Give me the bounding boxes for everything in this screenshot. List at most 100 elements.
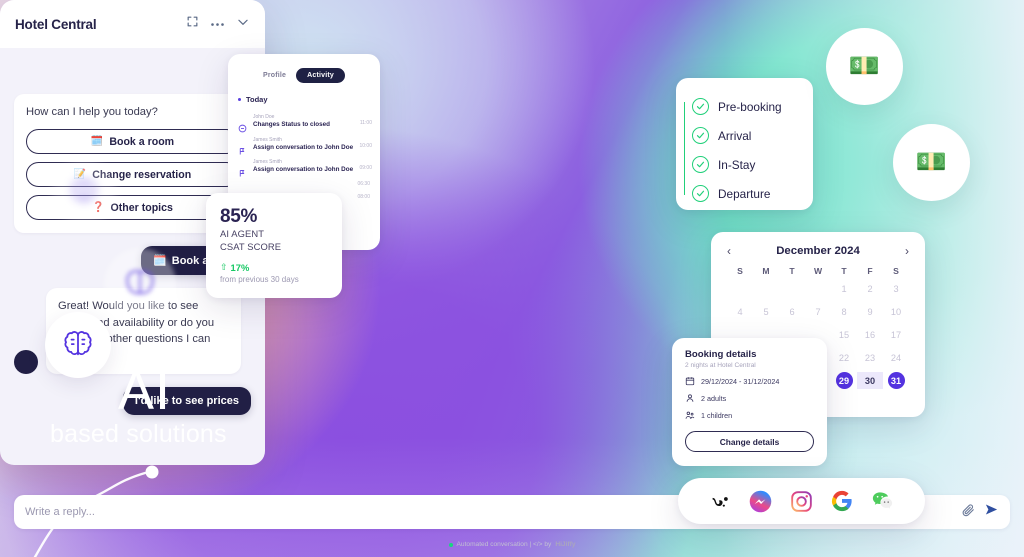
activity-time: 11:00 [359, 120, 372, 126]
chevron-left-icon[interactable]: ‹ [727, 245, 731, 257]
csat-score-card: 85% AI AGENT CSAT SCORE ⇧ 17% from previ… [206, 193, 342, 298]
chevron-right-icon[interactable]: › [905, 245, 909, 257]
avatar [14, 350, 38, 374]
calendar-month-label: December 2024 [776, 245, 860, 257]
activity-group-label: Today [246, 95, 268, 104]
calendar-weekday-row: SMTWTFS [727, 266, 909, 276]
activity-time: 08:00 [357, 193, 370, 200]
hijiffy-logo-icon[interactable] [709, 490, 732, 513]
calendar-day-8[interactable]: 8 [831, 303, 857, 320]
google-icon[interactable] [831, 490, 854, 513]
activity-user: James Smith [253, 136, 282, 143]
csat-label-line2: CSAT SCORE [220, 241, 282, 252]
calendar-day-empty [779, 280, 805, 297]
calendar-day-30[interactable]: 30 [857, 372, 883, 389]
page-subtitle: based solutions [50, 420, 227, 448]
tab-activity[interactable]: Activity [296, 68, 346, 83]
journey-step-pre-booking[interactable]: Pre-booking [692, 92, 813, 121]
csat-percent: 85% [220, 206, 258, 227]
booking-dates: 29/12/2024 - 31/12/2024 [701, 376, 780, 386]
calendar-day-23[interactable]: 23 [857, 349, 883, 366]
expand-icon[interactable] [186, 15, 199, 33]
csat-delta: ⇧ 17% [220, 262, 328, 273]
booking-children: 1 children [701, 410, 733, 420]
journey-step-label: Pre-booking [718, 99, 782, 114]
quick-reply-label: Book a room [109, 135, 175, 148]
calendar-weekday: T [841, 266, 847, 276]
activity-row[interactable]: James Smith Assign conversation to John … [228, 133, 380, 156]
calendar-day-empty [727, 280, 753, 297]
calendar-day-4[interactable]: 4 [727, 303, 753, 320]
calendar-day-7[interactable]: 7 [805, 303, 831, 320]
bullet-icon [238, 98, 241, 101]
bot-prompt-text: How can I help you today? [26, 106, 158, 118]
chevron-down-icon[interactable] [236, 15, 250, 34]
activity-action: Assign conversation to John Doe [253, 143, 354, 151]
brain-icon-decorative-1 [52, 160, 116, 224]
calendar-day-3[interactable]: 3 [883, 280, 909, 297]
calendar-day-empty [805, 280, 831, 297]
instagram-icon[interactable] [790, 490, 813, 513]
check-icon [692, 185, 709, 202]
check-icon [692, 127, 709, 144]
quick-reply-label: Other topics [110, 201, 173, 214]
booking-adults: 2 adults [701, 393, 727, 403]
assign-icon [238, 143, 247, 155]
calendar-day-1[interactable]: 1 [831, 280, 857, 297]
calendar-day-22[interactable]: 22 [831, 349, 857, 366]
journey-step-departure[interactable]: Departure [692, 179, 813, 208]
chat-title: Hotel Central [15, 16, 97, 32]
calendar-day-16[interactable]: 16 [857, 326, 883, 343]
calendar-weekday: M [762, 266, 770, 276]
calendar-day-5[interactable]: 5 [753, 303, 779, 320]
calendar-day-31[interactable]: 31 [887, 372, 905, 389]
tab-profile[interactable]: Profile [263, 72, 286, 79]
calendar-weekday: W [813, 266, 823, 276]
booking-dates-row: 29/12/2024 - 31/12/2024 [685, 376, 814, 386]
activity-row[interactable]: John Doe Changes Status to closed 11:00 [228, 110, 380, 133]
calendar-day-9[interactable]: 9 [857, 303, 883, 320]
booking-details-card: Booking details 2 nights at Hotel Centra… [672, 338, 827, 466]
status-closed-icon [238, 120, 247, 133]
brain-logo-badge [45, 312, 111, 378]
more-options-icon[interactable] [210, 15, 225, 33]
calendar-weekday: T [789, 266, 795, 276]
messenger-icon[interactable] [749, 490, 772, 513]
activity-user: James Smith [253, 159, 282, 166]
journey-step-in-stay[interactable]: In-Stay [692, 150, 813, 179]
money-emoji-icon: 💵 [848, 52, 881, 80]
change-details-button[interactable]: Change details [685, 431, 814, 452]
money-emoji-icon: 💵 [915, 148, 948, 176]
activity-group-today: Today [228, 92, 380, 110]
quick-reply-book-a-room[interactable]: 🗓️ Book a room [26, 129, 239, 154]
csat-delta-value: 17% [230, 262, 250, 273]
calendar-day-29[interactable]: 29 [835, 372, 853, 389]
activity-action: Changes Status to closed [253, 121, 330, 128]
activity-user: John Doe [253, 114, 275, 120]
calendar-day-15[interactable]: 15 [831, 326, 857, 343]
calendar-day-24[interactable]: 24 [883, 349, 909, 366]
activity-time: 10:00 [359, 142, 372, 149]
activity-time: 06:30 [357, 180, 370, 187]
check-icon [692, 156, 709, 173]
guest-journey-card: Pre-booking Arrival In-Stay Departure [676, 78, 813, 210]
chat-header-actions [186, 15, 250, 34]
activity-row[interactable]: James Smith Assign conversation to John … [228, 155, 380, 178]
journey-step-arrival[interactable]: Arrival [692, 121, 813, 150]
csat-label-line1: AI AGENT [220, 228, 265, 239]
calendar-day-6[interactable]: 6 [779, 303, 805, 320]
calendar-weekday: S [737, 266, 743, 276]
calendar-weekday: F [867, 266, 873, 276]
poster-stage: Profile Activity Today John Doe Changes … [0, 0, 1024, 557]
activity-action: Assign conversation to John Doe [253, 166, 354, 174]
calendar-day-2[interactable]: 2 [857, 280, 883, 297]
calendar-day-10[interactable]: 10 [883, 303, 909, 320]
wechat-icon[interactable] [871, 490, 894, 513]
assign-icon [238, 165, 247, 177]
journey-step-label: Departure [718, 186, 771, 201]
booking-adults-row: 2 adults [685, 393, 814, 403]
calendar-day-17[interactable]: 17 [883, 326, 909, 343]
channels-bar [678, 478, 925, 524]
brain-icon [64, 331, 92, 356]
journey-connector-line [684, 102, 686, 195]
